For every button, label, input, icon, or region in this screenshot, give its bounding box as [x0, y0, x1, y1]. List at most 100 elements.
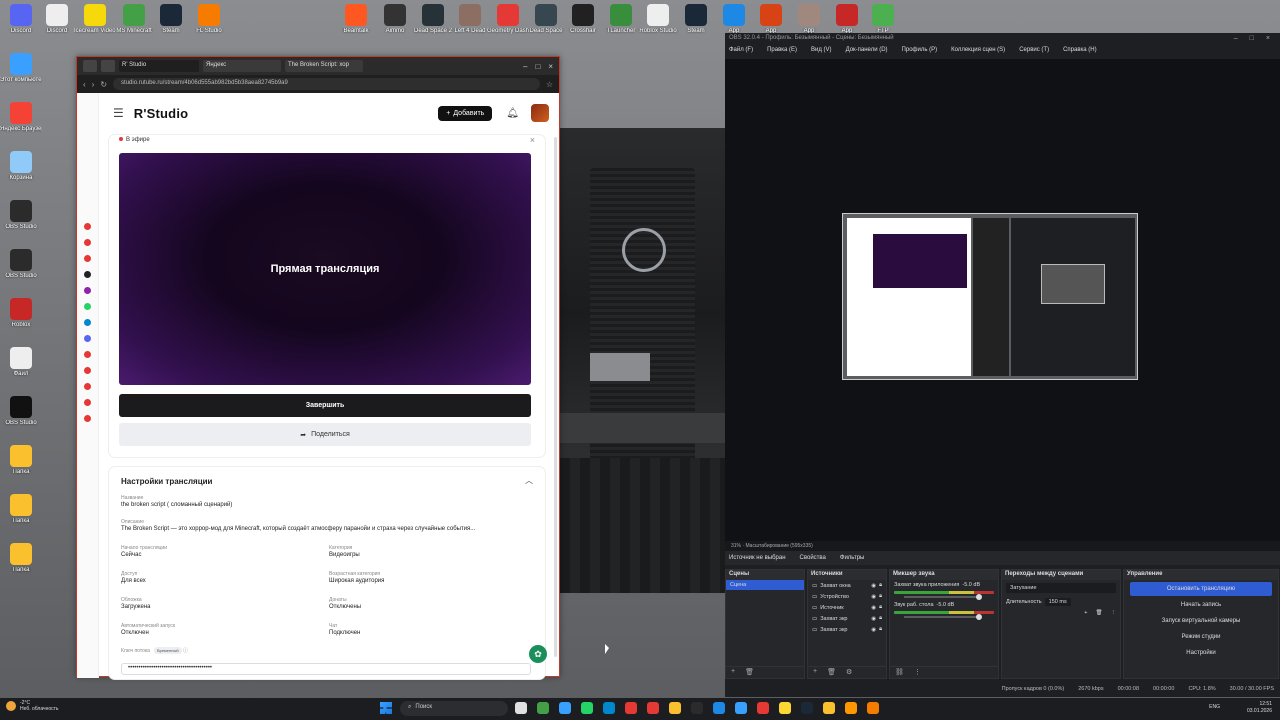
obs-menu-item[interactable]: Файл (F) — [729, 47, 753, 55]
back-icon[interactable]: ‹ — [83, 80, 86, 89]
desktop-icon[interactable]: Папка — [0, 543, 42, 574]
taskbar-search[interactable]: ⌕ Поиск — [400, 701, 508, 716]
more-icon[interactable]: ⋮ — [914, 668, 921, 677]
start-recording-button[interactable]: Начать запись — [1130, 598, 1272, 612]
maximize-icon[interactable]: □ — [535, 62, 540, 71]
obs-scale-status[interactable]: 31% · Масштабирование (595x335) — [725, 541, 1280, 551]
taskbar-app-icon[interactable] — [823, 702, 835, 714]
gear-icon[interactable]: ⚙ — [846, 668, 852, 677]
extension-icon[interactable] — [84, 271, 91, 278]
taskbar-app-icon[interactable] — [581, 702, 593, 714]
extension-icon[interactable] — [84, 415, 91, 422]
desktop-icon[interactable]: Файл — [0, 347, 42, 378]
add-icon[interactable]: + — [813, 668, 817, 677]
obs-menu-item[interactable]: Вид (V) — [811, 47, 832, 55]
url-field[interactable]: studio.rutube.ru/stream/4b06d555ab982bd5… — [113, 78, 540, 90]
lock-icon[interactable]: 🔒︎ — [879, 615, 882, 622]
desktop-icon[interactable]: Папка — [0, 445, 42, 476]
obs-menu-item[interactable]: Профиль (P) — [902, 47, 938, 55]
obs-menu-item[interactable]: Коллекция сцен (S) — [951, 47, 1005, 55]
obs-menu-item[interactable]: Док-панели (D) — [846, 47, 888, 55]
duration-input[interactable]: 150 ms — [1044, 598, 1071, 606]
tab-studio[interactable]: R' Studio — [119, 60, 199, 72]
info-icon[interactable]: ⓘ — [183, 648, 188, 654]
taskbar-app-icon[interactable] — [757, 702, 769, 714]
reload-icon[interactable]: ↻ — [100, 80, 107, 89]
taskbar-app-icon[interactable] — [867, 702, 879, 714]
tab-icon[interactable] — [101, 60, 115, 72]
link-icon[interactable]: ⛓ — [895, 668, 904, 677]
taskbar-app-icon[interactable] — [779, 702, 791, 714]
extension-icon[interactable] — [84, 335, 91, 342]
desktop-icon[interactable]: App — [713, 4, 755, 35]
lock-icon[interactable]: 🔒︎ — [879, 582, 882, 589]
more-icon[interactable]: ⋮ — [1111, 610, 1117, 616]
obs-preview-canvas[interactable] — [725, 59, 1280, 541]
clock[interactable]: 12:51 03.01.2026 — [1247, 701, 1272, 714]
obs-menu-item[interactable]: Справка (H) — [1063, 47, 1097, 55]
lock-icon[interactable]: 🔒︎ — [879, 626, 882, 633]
desktop-icon[interactable]: Корзина — [0, 151, 42, 182]
extension-icon[interactable] — [84, 351, 91, 358]
tab-yandex[interactable]: Яндекс — [203, 60, 281, 72]
lock-icon[interactable]: 🔒︎ — [879, 604, 882, 611]
properties-button[interactable]: Свойства — [800, 555, 826, 561]
desktop-icon[interactable]: MS Minecraft — [113, 4, 155, 35]
minimize-icon[interactable]: – — [523, 62, 527, 71]
taskbar-app-icon[interactable] — [625, 702, 637, 714]
scene-item[interactable]: Сцена — [726, 580, 804, 590]
extension-icon[interactable] — [84, 383, 91, 390]
bookmark-icon[interactable]: ☆ — [546, 80, 553, 89]
extension-icon[interactable] — [84, 367, 91, 374]
studio-logo[interactable]: R'Studio — [134, 106, 189, 121]
settings-button[interactable]: Настройки — [1130, 646, 1272, 660]
taskbar-app-icon[interactable] — [735, 702, 747, 714]
taskbar-app-icon[interactable] — [713, 702, 725, 714]
extension-icon[interactable] — [84, 399, 91, 406]
source-item[interactable]: ▭ Захват экр ◉ 🔒︎ — [808, 613, 886, 624]
source-item[interactable]: ▭ Захват окна ◉ 🔒︎ — [808, 580, 886, 591]
studio-mode-button[interactable]: Режим студии — [1130, 630, 1272, 644]
desktop-icon[interactable]: App — [750, 4, 792, 35]
desktop-icon[interactable]: Dead Space — [525, 4, 567, 35]
extension-icon[interactable] — [84, 319, 91, 326]
chevron-up-icon[interactable]: ︿ — [525, 475, 533, 486]
taskbar-app-icon[interactable] — [603, 702, 615, 714]
source-item[interactable]: ▭ Захват экр ◉ 🔒︎ — [808, 624, 886, 635]
taskbar-app-icon[interactable] — [559, 702, 571, 714]
maximize-icon[interactable]: □ — [1250, 35, 1254, 43]
volume-slider[interactable] — [904, 614, 982, 620]
stop-stream-button[interactable]: Остановить трансляцию — [1130, 582, 1272, 596]
obs-scene-preview[interactable] — [842, 213, 1138, 380]
forward-icon[interactable]: › — [92, 80, 95, 89]
desktop-icon[interactable]: Crosshair — [562, 4, 604, 35]
minimize-icon[interactable]: – — [1234, 35, 1238, 43]
share-button[interactable]: ➦ Поделиться — [119, 423, 531, 446]
taskbar-app-icon[interactable] — [515, 702, 527, 714]
add-icon[interactable]: + — [1084, 610, 1087, 616]
desktop-icon[interactable]: Roblox — [0, 298, 42, 329]
page-scrollbar[interactable] — [554, 137, 557, 657]
eye-icon[interactable]: ◉ — [871, 627, 876, 633]
close-icon[interactable]: × — [548, 62, 553, 71]
lock-icon[interactable]: 🔒︎ — [879, 593, 882, 600]
taskbar-app-icon[interactable] — [691, 702, 703, 714]
source-item[interactable]: ▭ Устройство ◉ 🔒︎ — [808, 591, 886, 602]
desktop-icon[interactable]: OBS Studio — [0, 249, 42, 280]
menu-icon[interactable]: ☰ — [113, 106, 124, 120]
desktop-icon[interactable]: Steam — [150, 4, 192, 35]
weather-widget[interactable]: -2°C Неб. облачность — [6, 700, 59, 712]
desktop-icon[interactable]: Steam — [675, 4, 717, 35]
desktop-icon[interactable]: Папка — [0, 494, 42, 525]
desktop-icon[interactable]: TLauncher — [600, 4, 642, 35]
start-button[interactable] — [380, 702, 392, 714]
close-icon[interactable]: × — [1266, 35, 1270, 43]
volume-slider[interactable] — [904, 594, 982, 600]
desktop-icon[interactable]: OBS Studio — [0, 396, 42, 427]
virtual-camera-button[interactable]: Запуск виртуальной камеры — [1130, 614, 1272, 628]
desktop-icon[interactable]: App — [788, 4, 830, 35]
trash-icon[interactable]: 🗑︎ — [745, 668, 754, 677]
language-indicator[interactable]: ENG — [1209, 704, 1220, 710]
obs-menu-item[interactable]: Правка (E) — [767, 47, 797, 55]
desktop-icon[interactable]: Dead Space 2 — [412, 4, 454, 35]
